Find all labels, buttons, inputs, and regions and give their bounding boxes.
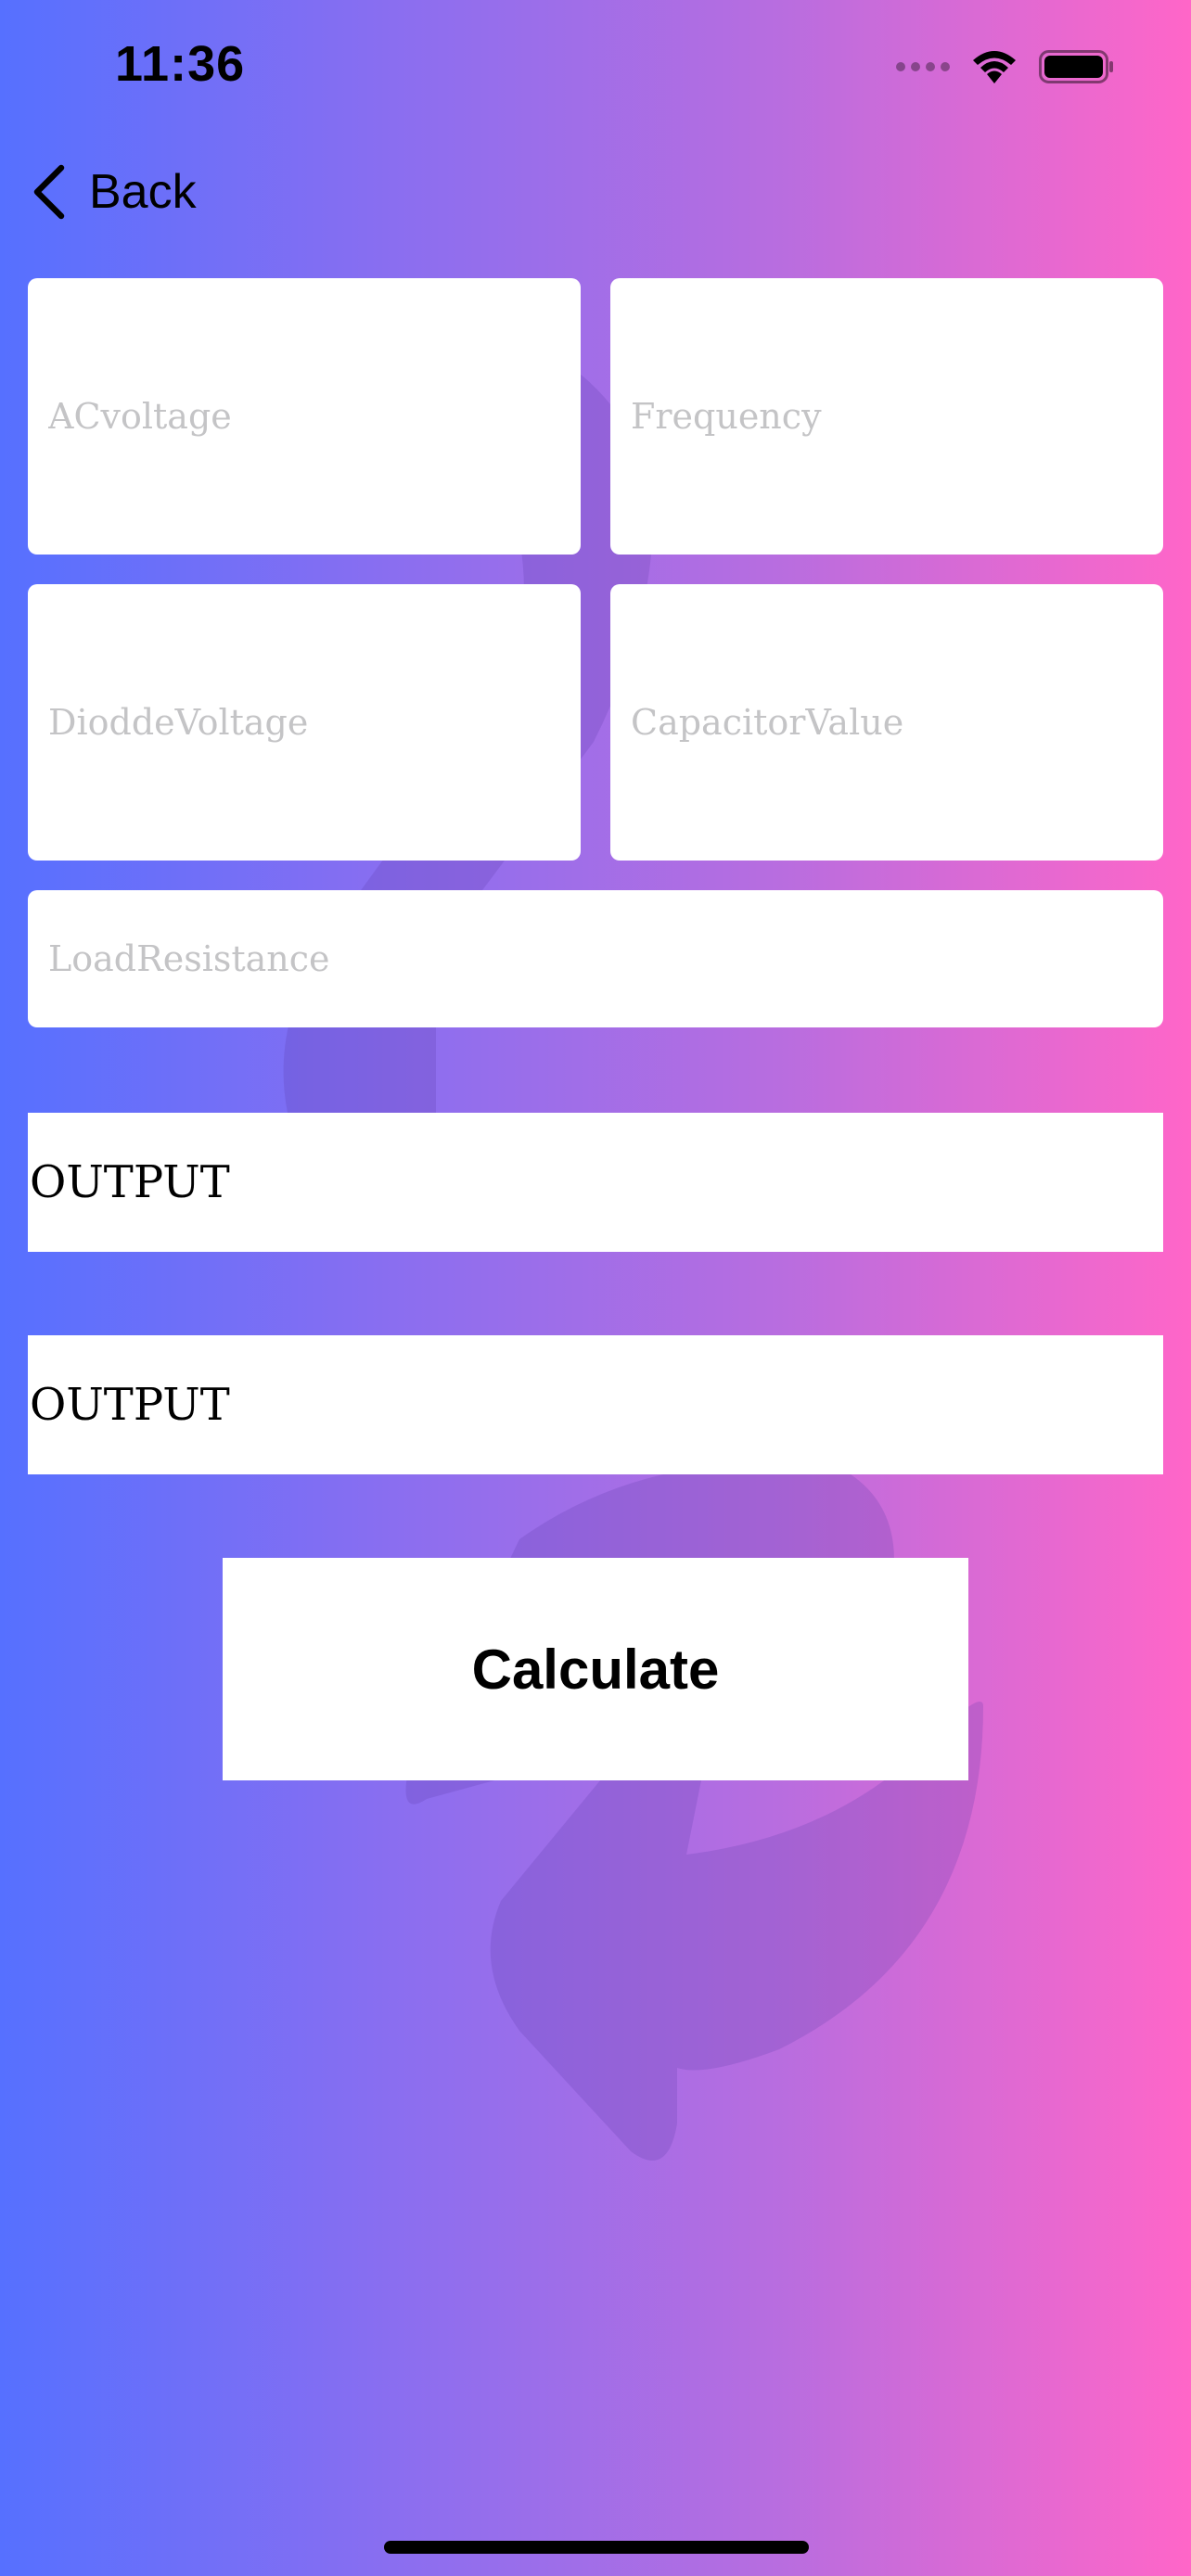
battery-icon (1039, 50, 1113, 83)
calculate-button[interactable]: Calculate (223, 1558, 968, 1780)
back-label: Back (89, 165, 197, 219)
back-button[interactable]: Back (30, 159, 197, 224)
status-icons (896, 45, 1115, 89)
cellular-signal-icon (896, 62, 950, 71)
ac-voltage-input[interactable] (28, 278, 581, 555)
frequency-input[interactable] (610, 278, 1163, 555)
status-time: 11:36 (115, 36, 246, 92)
app-screen: 11:36 Back OUTPUT OUTPUT Calculate (0, 0, 1191, 2576)
home-indicator[interactable] (384, 2541, 809, 2554)
wifi-icon (973, 51, 1016, 83)
output-label-1: OUTPUT (28, 1113, 1163, 1252)
capacitor-value-input[interactable] (610, 584, 1163, 861)
chevron-left-icon (33, 164, 65, 220)
load-resistance-input[interactable] (28, 890, 1163, 1027)
diode-voltage-input[interactable] (28, 584, 581, 861)
output-label-2: OUTPUT (28, 1335, 1163, 1474)
